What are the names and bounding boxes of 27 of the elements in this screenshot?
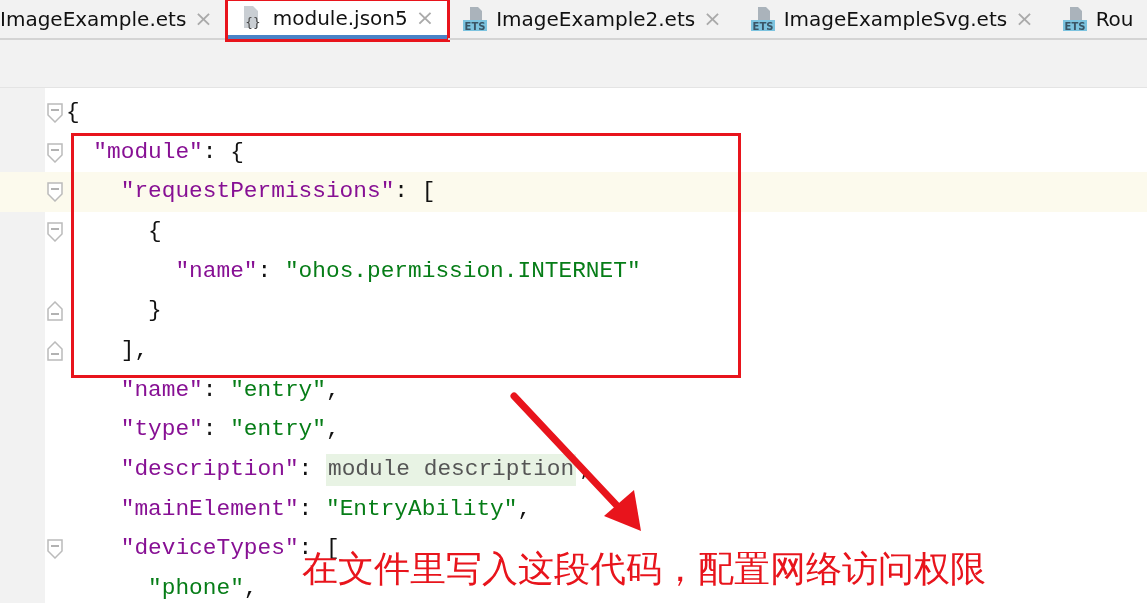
- editor-tab[interactable]: ETS Rou: [1047, 0, 1147, 40]
- fold-end-icon[interactable]: [47, 340, 63, 361]
- code-line: "mainElement": "EntryAbility",: [119, 497, 532, 522]
- code-line: "name": "entry",: [119, 378, 340, 403]
- editor-tab[interactable]: {} module.json5 ×: [226, 0, 449, 40]
- code-line: "phone",: [147, 577, 258, 602]
- editor-tab[interactable]: ETS ImageExampleSvg.ets ×: [735, 0, 1048, 40]
- tab-label: ImageExample.ets: [0, 6, 187, 33]
- code-line: "requestPermissions": [: [119, 180, 436, 205]
- code-line: ],: [119, 339, 149, 363]
- fold-icon[interactable]: [47, 539, 63, 560]
- code-line: {: [66, 100, 80, 125]
- tab-label: ImageExample2.ets: [496, 6, 696, 33]
- code-line: }: [147, 299, 162, 324]
- fold-icon[interactable]: [47, 102, 63, 123]
- fold-icon[interactable]: [47, 142, 63, 163]
- fold-end-icon[interactable]: [47, 301, 63, 322]
- tab-label: Rou: [1095, 6, 1134, 33]
- code-line: {: [147, 219, 162, 244]
- editor-tab[interactable]: ETS ImageExample2.ets ×: [448, 0, 736, 40]
- code-line: "module": {: [92, 140, 244, 165]
- fold-icon[interactable]: [47, 221, 63, 242]
- fold-icon[interactable]: [47, 182, 63, 203]
- code-line: "name": "ohos.permission.INTERNET": [174, 259, 641, 284]
- tab-label: module.json5: [272, 4, 408, 32]
- code-line: "type": "entry",: [119, 418, 340, 443]
- tab-label: ImageExampleSvg.ets: [783, 6, 1008, 33]
